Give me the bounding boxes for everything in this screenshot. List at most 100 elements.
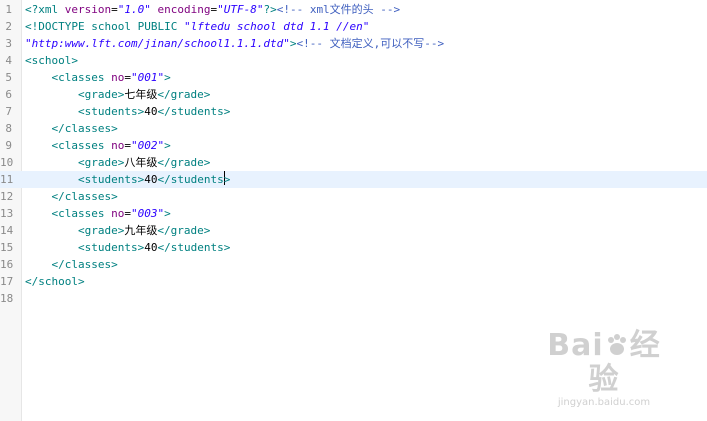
tag: </classes>	[25, 190, 118, 203]
tag: </grade>	[157, 156, 211, 169]
equals-sign: =	[111, 3, 118, 16]
code-line[interactable]: 10 <grade>八年级</grade>	[0, 154, 707, 171]
code-text[interactable]: <classes no="003">	[25, 205, 170, 222]
code-line[interactable]: 3 "http:www.lft.com/jinan/school1.1.1.dt…	[0, 35, 707, 52]
code-text[interactable]: <!DOCTYPE school PUBLIC "lftedu school d…	[25, 18, 369, 35]
line-number: 4	[5, 54, 12, 67]
code-line[interactable]: 17 </school>	[0, 273, 707, 290]
tag: <classes	[25, 71, 112, 84]
line-number: 10	[0, 156, 14, 169]
equals-sign: =	[124, 139, 131, 152]
code-text[interactable]: <students>40</students>	[25, 103, 230, 120]
tag: </students	[157, 173, 224, 186]
code-text[interactable]: <classes no="002">	[25, 137, 171, 154]
attribute-value: "UTF-8"	[217, 3, 264, 16]
tag: </classes>	[25, 258, 118, 271]
watermark-logo-left: Bai	[547, 328, 604, 363]
code-line[interactable]: 9 <classes no="002">	[0, 137, 707, 154]
doctype: <!DOCTYPE school PUBLIC	[25, 20, 184, 33]
code-line[interactable]: 15 <students>40</students>	[0, 239, 707, 256]
tag: </school>	[25, 275, 85, 288]
line-number: 9	[5, 139, 12, 152]
tag: <classes	[25, 139, 112, 152]
code-line[interactable]: 2 <!DOCTYPE school PUBLIC "lftedu school…	[0, 18, 707, 35]
element-text: 40	[144, 105, 158, 118]
equals-sign: =	[124, 71, 131, 84]
attribute-name: no	[111, 71, 125, 84]
code-line[interactable]: 1 <?xml version="1.0" encoding="UTF-8"?>…	[0, 1, 707, 18]
code-text[interactable]: <grade>八年级</grade>	[25, 154, 210, 171]
line-number: 7	[5, 105, 12, 118]
attribute-name: no	[111, 207, 125, 220]
tag: <students>	[25, 173, 145, 186]
code-text[interactable]: <grade>九年级</grade>	[25, 222, 210, 239]
code-text[interactable]: <?xml version="1.0" encoding="UTF-8"?><!…	[25, 1, 400, 18]
current-code-line[interactable]: 11 <students>40</students>	[0, 171, 707, 188]
tag-end: >	[223, 173, 231, 186]
element-text: 40	[144, 241, 158, 254]
tag-end: >	[164, 71, 171, 84]
code-text[interactable]: <grade>七年级</grade>	[25, 86, 210, 103]
element-text: 九年级	[124, 224, 158, 237]
watermark-logo: Bai 经验	[539, 329, 669, 397]
paw-icon	[607, 334, 626, 355]
code-line[interactable]: 6 <grade>七年级</grade>	[0, 86, 707, 103]
tag: </grade>	[157, 224, 211, 237]
line-number: 3	[5, 37, 12, 50]
attribute-name: no	[111, 139, 125, 152]
tag: </classes>	[25, 122, 118, 135]
code-text[interactable]: </classes>	[25, 188, 118, 205]
element-text: 八年级	[124, 156, 158, 169]
code-text[interactable]: </classes>	[25, 256, 118, 273]
code-line[interactable]: 5 <classes no="001">	[0, 69, 707, 86]
doctype-end: >	[289, 37, 297, 50]
attribute-name: encoding	[157, 3, 211, 16]
doctype-system-id: "http:www.lft.com/jinan/school1.1.1.dtd"	[25, 37, 290, 50]
tag: <classes	[25, 207, 112, 220]
tag: <grade>	[25, 88, 125, 101]
tag: </students>	[157, 241, 231, 254]
code-text[interactable]: </school>	[25, 273, 85, 290]
code-line[interactable]: 4 <school>	[0, 52, 707, 69]
equals-sign: =	[124, 207, 131, 220]
line-number: 11	[0, 173, 14, 186]
tag: <school>	[25, 54, 78, 67]
code-line[interactable]: 14 <grade>九年级</grade>	[0, 222, 707, 239]
line-number: 17	[0, 275, 14, 288]
code-text[interactable]: "http:www.lft.com/jinan/school1.1.1.dtd"…	[25, 35, 444, 52]
element-text: 40	[144, 173, 158, 186]
code-line[interactable]: 12 </classes>	[0, 188, 707, 205]
line-number: 12	[0, 190, 14, 203]
code-line[interactable]: 7 <students>40</students>	[0, 103, 707, 120]
line-number: 14	[0, 224, 14, 237]
line-number: 15	[0, 241, 14, 254]
tag: <grade>	[25, 224, 125, 237]
tag-end: >	[164, 139, 171, 152]
tag: <students>	[25, 105, 145, 118]
doctype-public-id: "lftedu school dtd 1.1 //en"	[183, 20, 370, 33]
code-line[interactable]: 8 </classes>	[0, 120, 707, 137]
code-line[interactable]: 16 </classes>	[0, 256, 707, 273]
attribute-value: "002"	[130, 139, 165, 152]
code-line[interactable]: 18	[0, 290, 707, 307]
attribute-value: "003"	[130, 207, 165, 220]
attribute-value: "1.0"	[117, 3, 151, 16]
comment: <!-- 文档定义,可以不写-->	[296, 37, 445, 50]
code-text[interactable]: </classes>	[25, 120, 118, 137]
code-line[interactable]: 13 <classes no="003">	[0, 205, 707, 222]
line-number: 8	[5, 122, 12, 135]
xml-declaration-end: ?>	[263, 3, 277, 16]
line-number: 1	[5, 3, 12, 16]
attribute-name: version	[64, 3, 112, 16]
baidu-jingyan-watermark: Bai 经验 jingyan.baidu.com	[539, 329, 669, 409]
xml-declaration-start: <?xml	[25, 3, 65, 16]
line-number: 18	[0, 292, 14, 305]
code-text[interactable]: <students>40</students>	[25, 171, 230, 188]
code-text[interactable]: <school>	[25, 52, 78, 69]
comment: <!-- xml文件的头 -->	[276, 3, 401, 16]
line-number: 2	[5, 20, 12, 33]
line-number: 16	[0, 258, 14, 271]
tag: <grade>	[25, 156, 125, 169]
code-text[interactable]: <classes no="001">	[25, 69, 171, 86]
code-text[interactable]: <students>40</students>	[25, 239, 230, 256]
